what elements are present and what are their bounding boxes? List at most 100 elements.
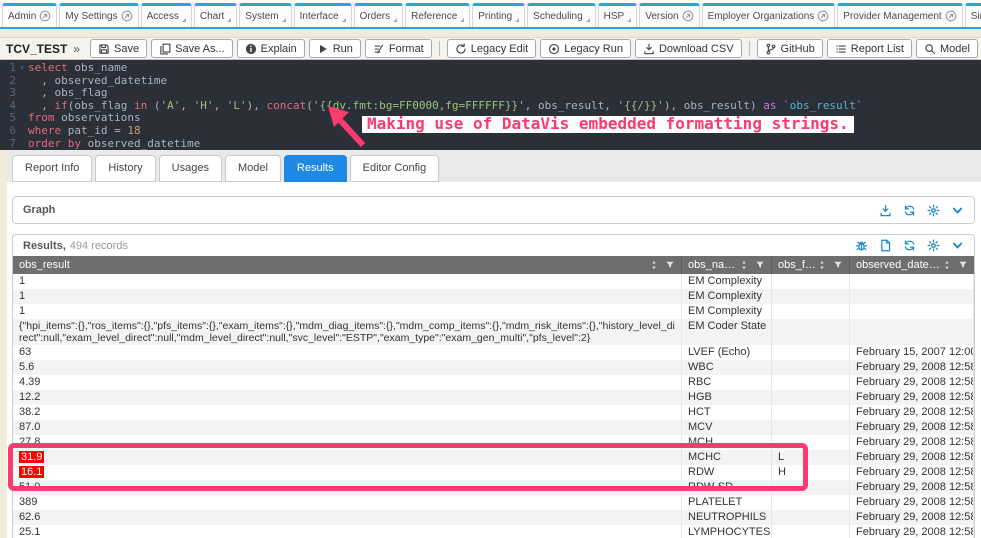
top-tab-label: Version bbox=[645, 11, 678, 22]
top-tab-access[interactable]: Access bbox=[141, 3, 192, 27]
fold-arrow-icon[interactable]: ▾ bbox=[16, 62, 28, 75]
button-label: Legacy Edit bbox=[471, 43, 528, 55]
file-icon[interactable] bbox=[879, 239, 892, 252]
top-tab-label: Provider Management bbox=[843, 11, 941, 22]
table-row[interactable]: 5.6WBCFebruary 29, 2008 12:58 PM bbox=[13, 360, 974, 375]
table-row[interactable]: 63LVEF (Echo)February 15, 2007 12:00 AM bbox=[13, 345, 974, 360]
column-header-obs-flag[interactable]: obs_flag bbox=[772, 256, 850, 274]
sort-icon[interactable] bbox=[649, 260, 659, 270]
top-tab-system[interactable]: System bbox=[239, 3, 291, 27]
results-panel-title: Results, bbox=[23, 240, 66, 252]
sort-icon[interactable] bbox=[942, 260, 952, 270]
highlighted-value: 16.1 bbox=[19, 466, 44, 478]
table-row[interactable]: 389PLATELETFebruary 29, 2008 12:58 PM bbox=[13, 495, 974, 510]
table-row[interactable]: 27.8MCHFebruary 29, 2008 12:58 PM bbox=[13, 435, 974, 450]
cell-obs-name: WBC bbox=[682, 360, 772, 375]
tab-usages[interactable]: Usages bbox=[159, 155, 222, 182]
top-tab-label: Interface bbox=[300, 11, 339, 22]
top-tab-scheduling[interactable]: Scheduling bbox=[527, 3, 595, 27]
table-row[interactable]: 51.0RDW-SDFebruary 29, 2008 12:58 PM bbox=[13, 480, 974, 495]
sort-icon[interactable] bbox=[817, 260, 827, 270]
top-tab-interface[interactable]: Interface bbox=[294, 3, 352, 27]
gear-icon[interactable] bbox=[927, 239, 940, 252]
legacy-run-button[interactable]: Legacy Run bbox=[540, 39, 631, 58]
download-icon bbox=[643, 43, 655, 55]
explain-button[interactable]: Explain bbox=[237, 39, 305, 58]
refresh-icon[interactable] bbox=[903, 239, 916, 252]
code-line: 7order by observed_datetime bbox=[0, 138, 981, 150]
table-row[interactable]: 62.6NEUTROPHILSFebruary 29, 2008 12:58 P… bbox=[13, 510, 974, 525]
save-as-icon bbox=[159, 43, 171, 55]
filter-icon[interactable] bbox=[833, 260, 843, 270]
top-tab-admin[interactable]: Admin bbox=[2, 3, 57, 27]
model-button[interactable]: Model bbox=[916, 39, 978, 58]
table-row[interactable]: 25.1LYMPHOCYTES February 29, 2008 12:58 P… bbox=[13, 525, 974, 538]
top-tab-reference[interactable]: Reference bbox=[405, 3, 470, 27]
legacy-edit-button[interactable]: Legacy Edit bbox=[447, 39, 536, 58]
top-tab-version[interactable]: Version bbox=[639, 3, 699, 27]
save-button[interactable]: Save bbox=[90, 39, 147, 58]
github-button[interactable]: GitHub bbox=[757, 39, 823, 58]
table-row[interactable]: 12.2HGBFebruary 29, 2008 12:58 PM bbox=[13, 390, 974, 405]
top-tab-employer-organizations[interactable]: Employer Organizations bbox=[702, 3, 836, 27]
filter-icon[interactable] bbox=[755, 260, 765, 270]
cell-obs-name: RBC bbox=[682, 375, 772, 390]
top-tab-provider-management[interactable]: Provider Management bbox=[837, 3, 962, 27]
table-row[interactable]: 1EM Complexity bbox=[13, 304, 974, 319]
top-tab-hsp[interactable]: HSP bbox=[598, 3, 638, 27]
download-csv-button[interactable]: Download CSV bbox=[635, 39, 742, 58]
cell-observed-datetime: February 29, 2008 12:58 PM bbox=[850, 465, 974, 480]
top-tab-similar-exposure-groups-segs[interactable]: Similar Exposure Groups (SEGs) bbox=[965, 3, 981, 27]
column-header-obs-result[interactable]: obs_result bbox=[13, 256, 682, 274]
tab-editor-config[interactable]: Editor Config bbox=[350, 155, 440, 182]
filter-icon[interactable] bbox=[958, 260, 968, 270]
save-as-button[interactable]: Save As... bbox=[151, 39, 233, 58]
download-icon[interactable] bbox=[879, 204, 892, 217]
run-button[interactable]: Run bbox=[309, 39, 361, 58]
top-tab-orders[interactable]: Orders bbox=[354, 3, 404, 27]
report-title-expander[interactable]: » bbox=[73, 42, 80, 56]
graph-panel: Graph bbox=[12, 196, 975, 224]
search-icon bbox=[924, 43, 936, 55]
format-icon bbox=[373, 43, 385, 55]
table-row[interactable]: 87.0MCVFebruary 29, 2008 12:58 PM bbox=[13, 420, 974, 435]
cell-obs-name: MCV bbox=[682, 420, 772, 435]
table-row[interactable]: 1EM Complexity bbox=[13, 289, 974, 304]
table-row[interactable]: 4.39RBCFebruary 29, 2008 12:58 PM bbox=[13, 375, 974, 390]
cell-obs-flag: L bbox=[772, 450, 850, 465]
bug-icon[interactable] bbox=[855, 239, 868, 252]
gear-icon[interactable] bbox=[927, 204, 940, 217]
table-row[interactable]: 31.9MCHCLFebruary 29, 2008 12:58 PM bbox=[13, 450, 974, 465]
top-tab-my-settings[interactable]: My Settings bbox=[59, 3, 138, 27]
top-tab-chart[interactable]: Chart bbox=[194, 3, 237, 27]
cell-observed-datetime: February 29, 2008 12:58 PM bbox=[850, 525, 974, 538]
chevron-down-icon[interactable] bbox=[951, 204, 964, 217]
cell-obs-flag bbox=[772, 360, 850, 375]
table-row[interactable]: 16.1RDWHFebruary 29, 2008 12:58 PM bbox=[13, 465, 974, 480]
sql-editor[interactable]: 1▾select obs_name2 , observed_datetime3 … bbox=[0, 60, 981, 150]
cell-obs-name: HCT bbox=[682, 405, 772, 420]
column-header-observed-datetime[interactable]: observed_datetime bbox=[850, 256, 974, 274]
sort-icon[interactable] bbox=[739, 260, 749, 270]
format-button[interactable]: Format bbox=[365, 39, 432, 58]
top-tab-printing[interactable]: Printing bbox=[472, 3, 525, 27]
report-list-button[interactable]: Report List bbox=[827, 39, 912, 58]
column-label: obs_name bbox=[688, 259, 739, 271]
tab-model[interactable]: Model bbox=[225, 155, 281, 182]
tab-results[interactable]: Results bbox=[284, 155, 347, 182]
cell-obs-result: 25.1 bbox=[13, 525, 682, 538]
table-row[interactable]: 1EM Complexity bbox=[13, 274, 974, 289]
refresh-icon[interactable] bbox=[903, 204, 916, 217]
chevron-down-icon[interactable] bbox=[951, 239, 964, 252]
table-row[interactable]: {"hpi_items":{},"ros_items":{},"pfs_item… bbox=[13, 319, 974, 345]
tab-history[interactable]: History bbox=[95, 155, 155, 182]
table-row[interactable]: 38.2HCTFebruary 29, 2008 12:58 PM bbox=[13, 405, 974, 420]
cell-obs-name: LYMPHOCYTES bbox=[682, 525, 772, 538]
cell-obs-result: 4.39 bbox=[13, 375, 682, 390]
filter-icon[interactable] bbox=[665, 260, 675, 270]
cell-obs-result: 16.1 bbox=[13, 465, 682, 480]
top-tab-label: Orders bbox=[360, 11, 391, 22]
tab-report-info[interactable]: Report Info bbox=[12, 155, 92, 182]
cell-observed-datetime bbox=[850, 319, 974, 345]
column-header-obs-name[interactable]: obs_name bbox=[682, 256, 772, 274]
